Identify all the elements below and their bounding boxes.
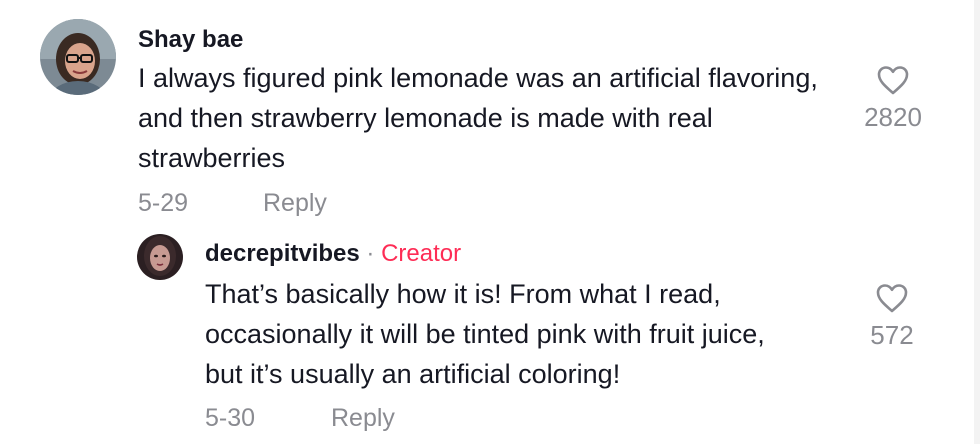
separator-dot: · [359, 240, 382, 267]
commenter-avatar[interactable] [40, 19, 116, 95]
like-control[interactable]: 2820 [848, 64, 938, 133]
creator-avatar[interactable] [137, 234, 183, 280]
comment-author[interactable]: Shay bae [138, 26, 243, 54]
like-count: 2820 [864, 102, 922, 132]
heart-outline-icon[interactable] [876, 64, 910, 96]
profile-photo [137, 234, 183, 280]
comment-text: I always figured pink lemonade was an ar… [138, 63, 818, 173]
reply-author-line: decrepitvibes · Creator [205, 240, 461, 268]
reply-text: That’s basically how it is! From what I … [205, 279, 765, 389]
comment-item: Shay bae I always figured pink lemonade … [0, 0, 980, 230]
reply-author[interactable]: decrepitvibes [205, 240, 360, 267]
like-control[interactable]: 572 [847, 282, 937, 351]
reply-button[interactable]: Reply [263, 189, 327, 218]
scrollbar-track[interactable] [974, 0, 980, 444]
reply-button[interactable]: Reply [331, 404, 395, 433]
heart-outline-icon[interactable] [875, 282, 909, 314]
reply-item: decrepitvibes · Creator That’s basically… [0, 230, 980, 444]
creator-badge: Creator [381, 240, 462, 267]
profile-photo [40, 19, 116, 95]
like-count: 572 [870, 320, 914, 350]
reply-date: 5-30 [205, 404, 256, 432]
comment-date: 5-29 [138, 189, 189, 217]
